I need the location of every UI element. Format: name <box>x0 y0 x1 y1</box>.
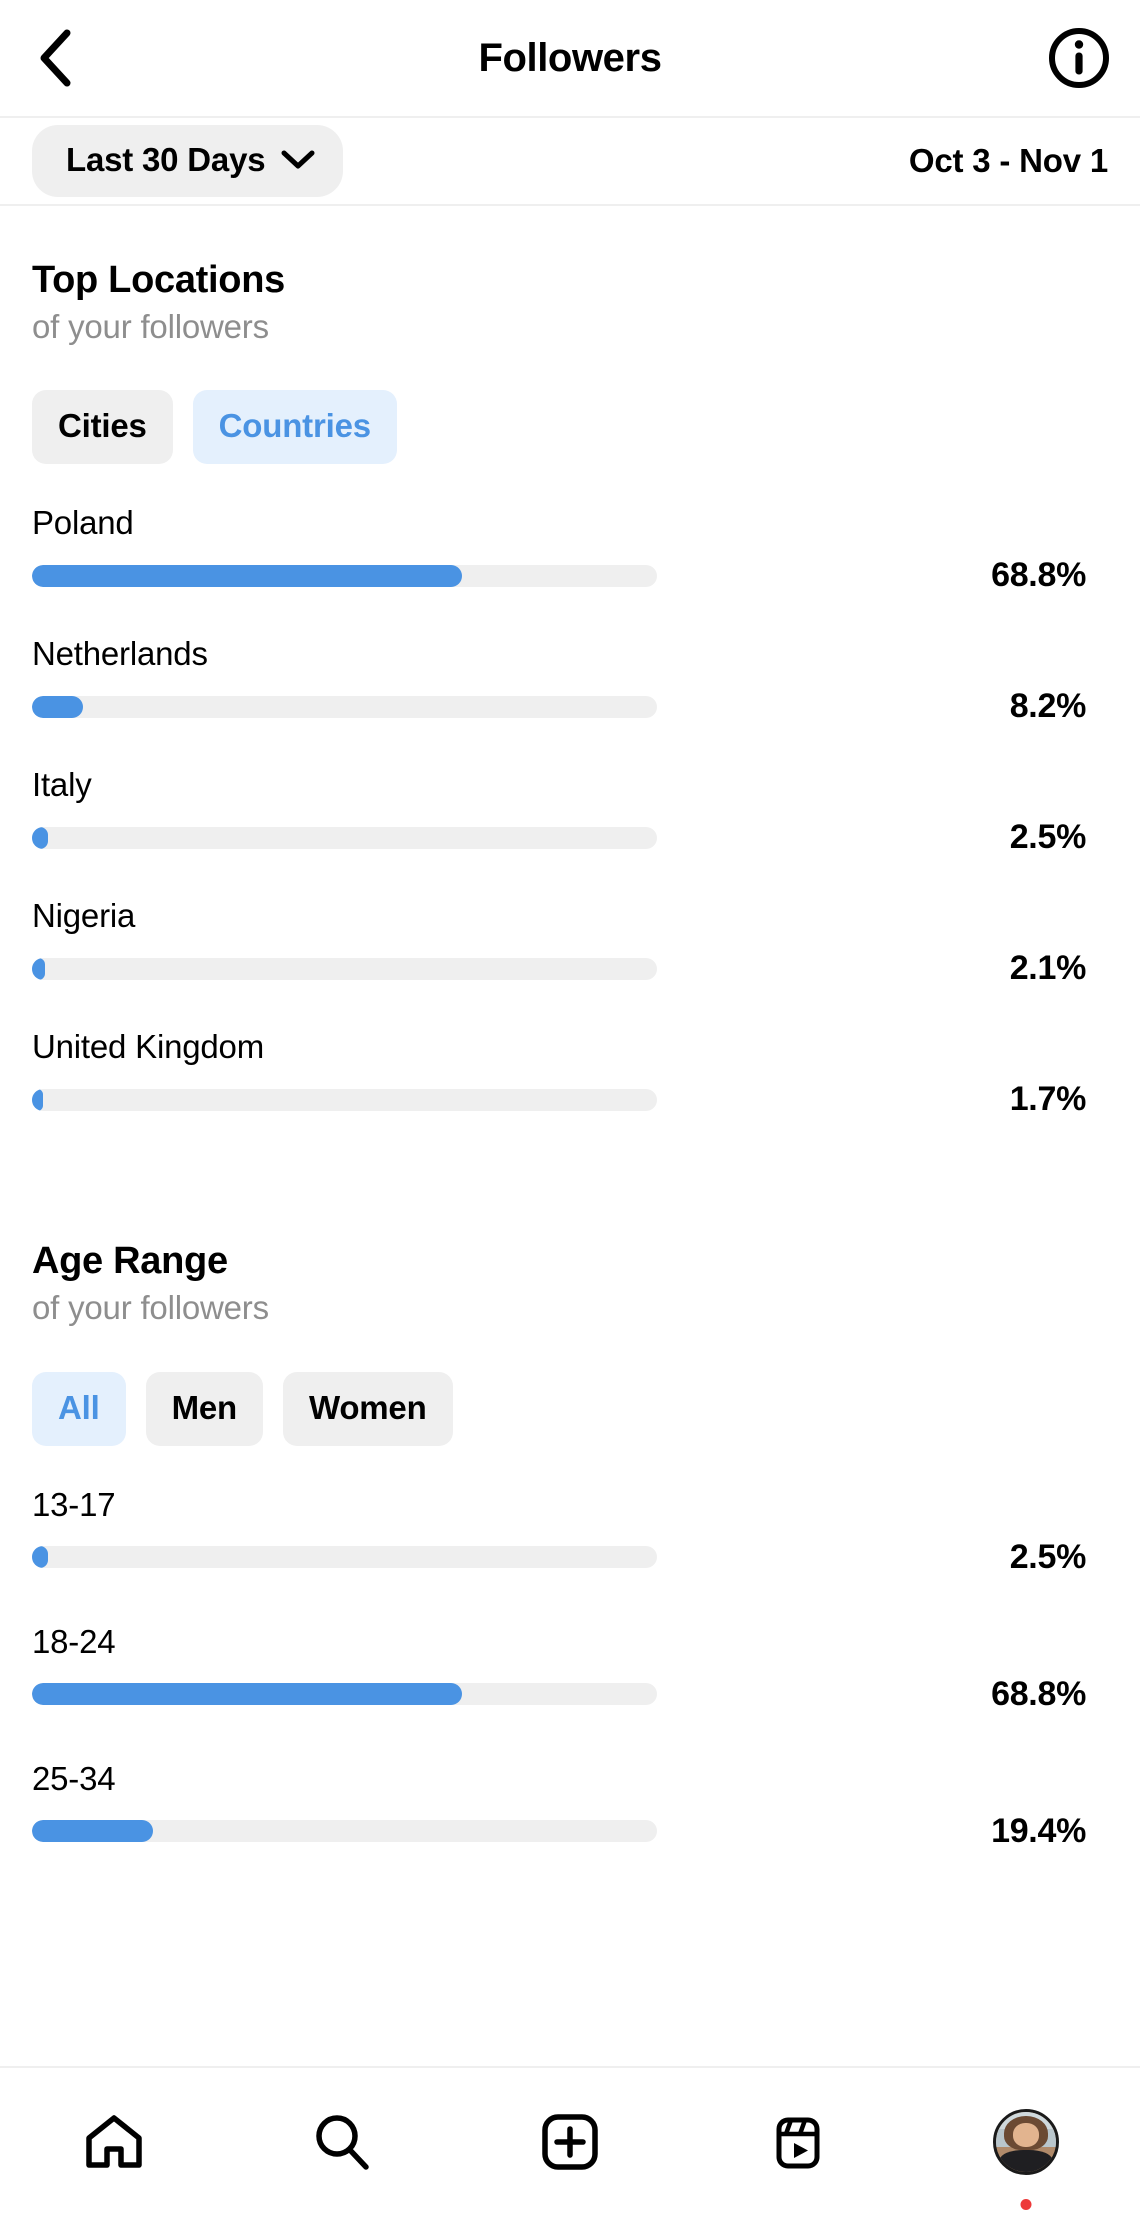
bar-label: Netherlands <box>32 635 208 673</box>
back-button[interactable] <box>20 22 92 94</box>
bar-track <box>32 957 657 980</box>
age-tab-group: All Men Women <box>32 1371 1108 1446</box>
bar-row: Nigeria 2.1% <box>32 897 1108 988</box>
bar-line: 19.4% <box>32 1812 1108 1851</box>
top-locations-section: Top Locations of your followers Cities C… <box>0 258 1140 1119</box>
tab-men[interactable]: Men <box>145 1371 263 1446</box>
bar-row: Poland 68.8% <box>32 504 1108 595</box>
chevron-down-icon <box>281 150 315 169</box>
bar-label: United Kingdom <box>32 1028 265 1066</box>
followers-insights-screen: Followers Last 30 Days Oct 3 - Nov 1 Top… <box>0 0 1140 2216</box>
bar-value: 68.8% <box>991 1674 1086 1713</box>
bar-line: 2.1% <box>32 949 1108 988</box>
nav-item-create[interactable] <box>456 2068 684 2216</box>
bar-label: Poland <box>32 504 134 542</box>
bar-track <box>32 826 657 849</box>
bar-value: 2.5% <box>1009 1537 1087 1576</box>
tab-countries-label: Countries <box>218 407 371 445</box>
bar-track <box>32 564 657 587</box>
bar-value: 1.7% <box>1009 1080 1087 1119</box>
age-range-bar-chart: 13-17 2.5% 18-24 68.8% 25-34 19.4% <box>32 1486 1108 1851</box>
top-locations-subtitle: of your followers <box>32 307 269 345</box>
bar-label: 13-17 <box>32 1485 116 1523</box>
age-range-title: Age Range <box>32 1240 228 1283</box>
bar-line: 68.8% <box>32 556 1108 595</box>
tab-all-label: All <box>58 1388 100 1426</box>
info-button[interactable] <box>1046 25 1112 91</box>
tab-cities-label: Cities <box>58 407 147 445</box>
bar-row: United Kingdom 1.7% <box>32 1028 1108 1119</box>
bar-row: 18-24 68.8% <box>32 1623 1108 1714</box>
top-locations-title: Top Locations <box>32 259 285 301</box>
bar-label: Italy <box>32 766 92 804</box>
bottom-navigation-bar <box>0 2066 1140 2216</box>
search-icon <box>316 2115 369 2170</box>
nav-item-profile[interactable] <box>912 2068 1140 2216</box>
tab-men-label: Men <box>171 1388 238 1426</box>
bar-track <box>32 1683 657 1706</box>
tab-all[interactable]: All <box>32 1371 126 1446</box>
date-filter-row: Last 30 Days Oct 3 - Nov 1 <box>0 118 1140 206</box>
bar-fill <box>32 1088 44 1111</box>
bar-line: 2.5% <box>32 818 1108 857</box>
bar-value: 19.4% <box>991 1811 1086 1850</box>
bar-row: Italy 2.5% <box>32 766 1108 857</box>
reels-icon <box>776 2117 820 2169</box>
bar-value: 2.1% <box>1009 949 1087 988</box>
chevron-left-icon <box>40 29 71 87</box>
bar-fill <box>32 1546 48 1569</box>
age-range-section: Age Range of your followers All Men Wome… <box>0 1239 1140 1850</box>
bar-value: 2.5% <box>1009 818 1087 857</box>
top-locations-bar-chart: Poland 68.8% Netherlands 8.2% Italy 2.5% Niger… <box>32 504 1108 1119</box>
bar-fill <box>32 564 462 587</box>
date-range-selector-label: Last 30 Days <box>66 141 266 178</box>
bar-line: 1.7% <box>32 1080 1108 1119</box>
bar-value: 68.8% <box>991 556 1086 595</box>
bar-value: 8.2% <box>1009 687 1087 726</box>
bar-label: 18-24 <box>32 1622 116 1660</box>
date-range-text: Oct 3 - Nov 1 <box>908 142 1108 179</box>
notification-dot <box>1020 2199 1032 2210</box>
bar-line: 2.5% <box>32 1538 1108 1577</box>
bar-fill <box>32 1683 462 1706</box>
screen-header: Followers <box>0 0 1140 118</box>
bar-fill <box>32 695 84 718</box>
bar-track <box>32 695 657 718</box>
bar-label: 25-34 <box>32 1759 116 1797</box>
nav-item-reels[interactable] <box>684 2068 912 2216</box>
bar-line: 68.8% <box>32 1675 1108 1714</box>
bar-row: 25-34 19.4% <box>32 1760 1108 1851</box>
age-range-subtitle: of your followers <box>32 1289 269 1327</box>
bar-fill <box>32 1820 154 1843</box>
page-title: Followers <box>478 35 662 80</box>
bar-line: 8.2% <box>32 687 1108 726</box>
bar-fill <box>32 957 46 980</box>
tab-countries[interactable]: Countries <box>192 390 397 465</box>
bar-row: 13-17 2.5% <box>32 1486 1108 1577</box>
nav-item-home[interactable] <box>0 2068 228 2216</box>
bar-track <box>32 1820 657 1843</box>
avatar <box>993 2109 1059 2175</box>
tab-women[interactable]: Women <box>282 1371 453 1446</box>
nav-item-search[interactable] <box>228 2068 456 2216</box>
tab-cities[interactable]: Cities <box>32 390 173 465</box>
bar-row: Netherlands 8.2% <box>32 635 1108 726</box>
tab-women-label: Women <box>308 1388 427 1426</box>
plus-square-icon <box>542 2114 598 2170</box>
home-icon <box>86 2115 142 2168</box>
locations-tab-group: Cities Countries <box>32 390 1108 465</box>
bar-fill <box>32 826 48 849</box>
info-circle-icon <box>1049 28 1109 88</box>
avatar-wrapper <box>993 2109 1059 2175</box>
bar-track <box>32 1546 657 1569</box>
date-range-selector[interactable]: Last 30 Days <box>32 125 344 197</box>
bar-label: Nigeria <box>32 897 136 935</box>
bar-track <box>32 1088 657 1111</box>
